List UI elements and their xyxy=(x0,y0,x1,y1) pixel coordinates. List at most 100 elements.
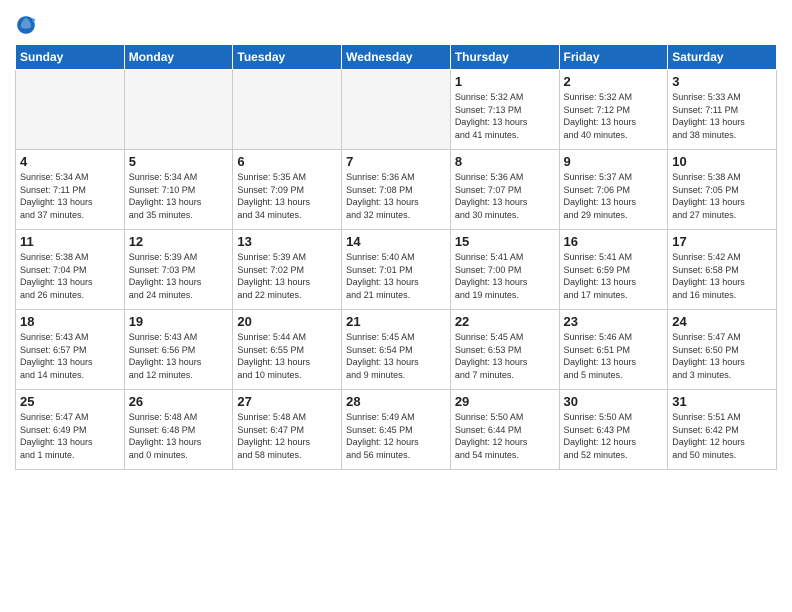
day-info: Sunrise: 5:32 AM Sunset: 7:12 PM Dayligh… xyxy=(564,91,664,141)
day-number: 9 xyxy=(564,154,664,169)
calendar-cell: 15 Sunrise: 5:41 AM Sunset: 7:00 PM Dayli… xyxy=(450,230,559,310)
day-number: 26 xyxy=(129,394,229,409)
day-info: Sunrise: 5:50 AM Sunset: 6:43 PM Dayligh… xyxy=(564,411,664,461)
day-number: 30 xyxy=(564,394,664,409)
day-info: Sunrise: 5:51 AM Sunset: 6:42 PM Dayligh… xyxy=(672,411,772,461)
calendar-cell: 3 Sunrise: 5:33 AM Sunset: 7:11 PM Daylig… xyxy=(668,70,777,150)
calendar-header-wednesday: Wednesday xyxy=(342,45,451,70)
day-info: Sunrise: 5:48 AM Sunset: 6:48 PM Dayligh… xyxy=(129,411,229,461)
day-info: Sunrise: 5:50 AM Sunset: 6:44 PM Dayligh… xyxy=(455,411,555,461)
day-number: 22 xyxy=(455,314,555,329)
page-header xyxy=(15,10,777,36)
calendar-header-friday: Friday xyxy=(559,45,668,70)
calendar-header-saturday: Saturday xyxy=(668,45,777,70)
day-number: 28 xyxy=(346,394,446,409)
day-info: Sunrise: 5:34 AM Sunset: 7:11 PM Dayligh… xyxy=(20,171,120,221)
day-number: 23 xyxy=(564,314,664,329)
day-number: 19 xyxy=(129,314,229,329)
day-info: Sunrise: 5:36 AM Sunset: 7:08 PM Dayligh… xyxy=(346,171,446,221)
day-number: 24 xyxy=(672,314,772,329)
calendar-cell: 31 Sunrise: 5:51 AM Sunset: 6:42 PM Dayli… xyxy=(668,390,777,470)
day-info: Sunrise: 5:43 AM Sunset: 6:56 PM Dayligh… xyxy=(129,331,229,381)
calendar-cell: 14 Sunrise: 5:40 AM Sunset: 7:01 PM Dayli… xyxy=(342,230,451,310)
calendar-cell: 12Sunrise: 5:39 AM Sunset: 7:03 PM Dayli… xyxy=(124,230,233,310)
day-number: 27 xyxy=(237,394,337,409)
calendar-cell: 30 Sunrise: 5:50 AM Sunset: 6:43 PM Dayli… xyxy=(559,390,668,470)
calendar-cell: 18 Sunrise: 5:43 AM Sunset: 6:57 PM Dayli… xyxy=(16,310,125,390)
calendar-cell: 6Sunrise: 5:35 AM Sunset: 7:09 PM Daylig… xyxy=(233,150,342,230)
calendar-week-row: 1 Sunrise: 5:32 AM Sunset: 7:13 PM Daylig… xyxy=(16,70,777,150)
day-info: Sunrise: 5:32 AM Sunset: 7:13 PM Dayligh… xyxy=(455,91,555,141)
day-info: Sunrise: 5:42 AM Sunset: 6:58 PM Dayligh… xyxy=(672,251,772,301)
day-number: 1 xyxy=(455,74,555,89)
calendar-cell: 26 Sunrise: 5:48 AM Sunset: 6:48 PM Dayli… xyxy=(124,390,233,470)
day-number: 6 xyxy=(237,154,337,169)
day-info: Sunrise: 5:46 AM Sunset: 6:51 PM Dayligh… xyxy=(564,331,664,381)
calendar-cell: 8Sunrise: 5:36 AM Sunset: 7:07 PM Daylig… xyxy=(450,150,559,230)
calendar-cell: 16Sunrise: 5:41 AM Sunset: 6:59 PM Dayli… xyxy=(559,230,668,310)
calendar-cell xyxy=(16,70,125,150)
day-number: 18 xyxy=(20,314,120,329)
calendar-cell: 17Sunrise: 5:42 AM Sunset: 6:58 PM Dayli… xyxy=(668,230,777,310)
calendar-week-row: 11 Sunrise: 5:38 AM Sunset: 7:04 PM Dayli… xyxy=(16,230,777,310)
day-number: 13 xyxy=(237,234,337,249)
calendar-cell: 2 Sunrise: 5:32 AM Sunset: 7:12 PM Daylig… xyxy=(559,70,668,150)
calendar-cell: 23 Sunrise: 5:46 AM Sunset: 6:51 PM Dayli… xyxy=(559,310,668,390)
calendar-cell: 7 Sunrise: 5:36 AM Sunset: 7:08 PM Daylig… xyxy=(342,150,451,230)
calendar-header-thursday: Thursday xyxy=(450,45,559,70)
calendar-cell: 9 Sunrise: 5:37 AM Sunset: 7:06 PM Daylig… xyxy=(559,150,668,230)
logo-icon xyxy=(15,14,37,36)
day-number: 16 xyxy=(564,234,664,249)
day-info: Sunrise: 5:38 AM Sunset: 7:04 PM Dayligh… xyxy=(20,251,120,301)
day-number: 14 xyxy=(346,234,446,249)
day-number: 15 xyxy=(455,234,555,249)
day-info: Sunrise: 5:38 AM Sunset: 7:05 PM Dayligh… xyxy=(672,171,772,221)
calendar-cell: 20Sunrise: 5:44 AM Sunset: 6:55 PM Dayli… xyxy=(233,310,342,390)
calendar-cell xyxy=(233,70,342,150)
calendar-cell: 21 Sunrise: 5:45 AM Sunset: 6:54 PM Dayli… xyxy=(342,310,451,390)
day-info: Sunrise: 5:33 AM Sunset: 7:11 PM Dayligh… xyxy=(672,91,772,141)
calendar-cell xyxy=(124,70,233,150)
calendar-cell: 13 Sunrise: 5:39 AM Sunset: 7:02 PM Dayli… xyxy=(233,230,342,310)
day-info: Sunrise: 5:34 AM Sunset: 7:10 PM Dayligh… xyxy=(129,171,229,221)
day-info: Sunrise: 5:44 AM Sunset: 6:55 PM Dayligh… xyxy=(237,331,337,381)
day-number: 21 xyxy=(346,314,446,329)
day-info: Sunrise: 5:49 AM Sunset: 6:45 PM Dayligh… xyxy=(346,411,446,461)
calendar-week-row: 25Sunrise: 5:47 AM Sunset: 6:49 PM Dayli… xyxy=(16,390,777,470)
calendar-cell: 5Sunrise: 5:34 AM Sunset: 7:10 PM Daylig… xyxy=(124,150,233,230)
calendar-cell: 28 Sunrise: 5:49 AM Sunset: 6:45 PM Dayli… xyxy=(342,390,451,470)
day-info: Sunrise: 5:39 AM Sunset: 7:03 PM Dayligh… xyxy=(129,251,229,301)
calendar-cell: 10Sunrise: 5:38 AM Sunset: 7:05 PM Dayli… xyxy=(668,150,777,230)
day-number: 4 xyxy=(20,154,120,169)
calendar-cell: 11 Sunrise: 5:38 AM Sunset: 7:04 PM Dayli… xyxy=(16,230,125,310)
day-info: Sunrise: 5:48 AM Sunset: 6:47 PM Dayligh… xyxy=(237,411,337,461)
day-info: Sunrise: 5:47 AM Sunset: 6:49 PM Dayligh… xyxy=(20,411,120,461)
calendar-cell: 22 Sunrise: 5:45 AM Sunset: 6:53 PM Dayli… xyxy=(450,310,559,390)
calendar-header-monday: Monday xyxy=(124,45,233,70)
day-info: Sunrise: 5:45 AM Sunset: 6:53 PM Dayligh… xyxy=(455,331,555,381)
calendar-cell: 29Sunrise: 5:50 AM Sunset: 6:44 PM Dayli… xyxy=(450,390,559,470)
day-info: Sunrise: 5:36 AM Sunset: 7:07 PM Dayligh… xyxy=(455,171,555,221)
day-number: 2 xyxy=(564,74,664,89)
calendar-cell: 25Sunrise: 5:47 AM Sunset: 6:49 PM Dayli… xyxy=(16,390,125,470)
calendar: SundayMondayTuesdayWednesdayThursdayFrid… xyxy=(15,44,777,470)
day-info: Sunrise: 5:41 AM Sunset: 7:00 PM Dayligh… xyxy=(455,251,555,301)
calendar-cell: 19 Sunrise: 5:43 AM Sunset: 6:56 PM Dayli… xyxy=(124,310,233,390)
calendar-week-row: 4 Sunrise: 5:34 AM Sunset: 7:11 PM Daylig… xyxy=(16,150,777,230)
day-info: Sunrise: 5:45 AM Sunset: 6:54 PM Dayligh… xyxy=(346,331,446,381)
day-number: 7 xyxy=(346,154,446,169)
calendar-week-row: 18 Sunrise: 5:43 AM Sunset: 6:57 PM Dayli… xyxy=(16,310,777,390)
day-info: Sunrise: 5:39 AM Sunset: 7:02 PM Dayligh… xyxy=(237,251,337,301)
calendar-cell: 1 Sunrise: 5:32 AM Sunset: 7:13 PM Daylig… xyxy=(450,70,559,150)
day-info: Sunrise: 5:40 AM Sunset: 7:01 PM Dayligh… xyxy=(346,251,446,301)
day-number: 11 xyxy=(20,234,120,249)
day-info: Sunrise: 5:43 AM Sunset: 6:57 PM Dayligh… xyxy=(20,331,120,381)
calendar-cell: 24Sunrise: 5:47 AM Sunset: 6:50 PM Dayli… xyxy=(668,310,777,390)
day-number: 3 xyxy=(672,74,772,89)
calendar-header-row: SundayMondayTuesdayWednesdayThursdayFrid… xyxy=(16,45,777,70)
day-info: Sunrise: 5:37 AM Sunset: 7:06 PM Dayligh… xyxy=(564,171,664,221)
day-number: 31 xyxy=(672,394,772,409)
calendar-header-tuesday: Tuesday xyxy=(233,45,342,70)
calendar-header-sunday: Sunday xyxy=(16,45,125,70)
logo xyxy=(15,14,41,36)
